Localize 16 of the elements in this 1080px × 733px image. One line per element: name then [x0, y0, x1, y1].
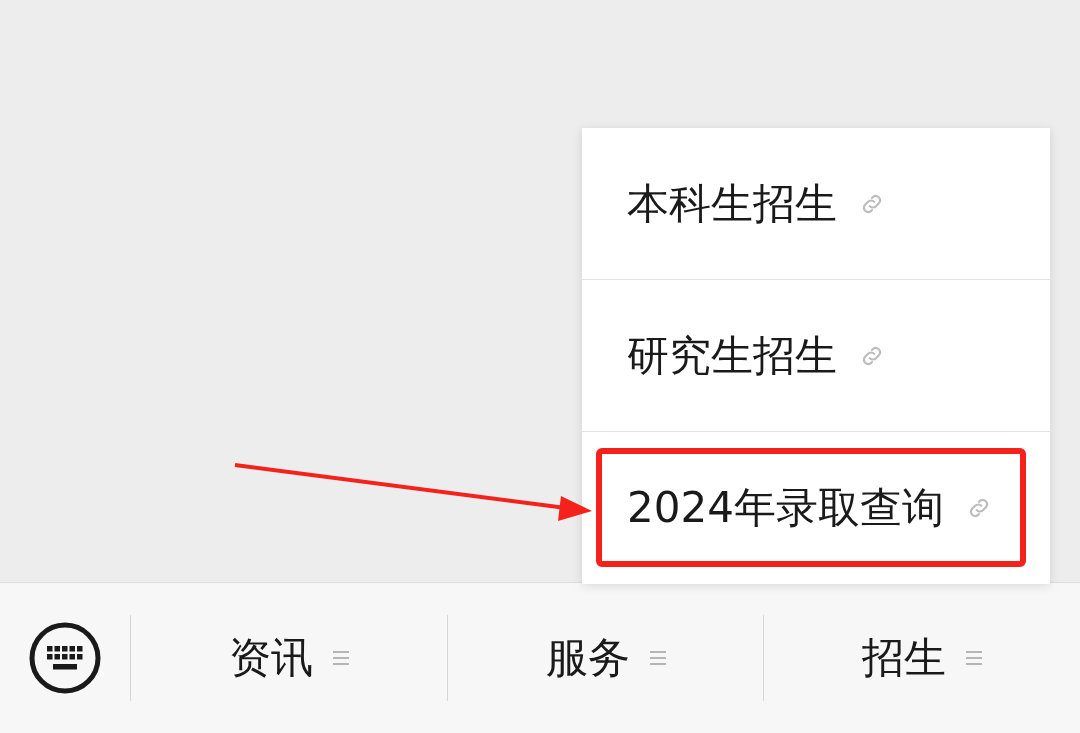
menu-tab[interactable]: 招生 [764, 630, 1080, 686]
menu-item-label: 研究生招生 [627, 329, 837, 382]
menu-item-label: 2024年录取查询 [627, 482, 944, 534]
menu-icon [332, 649, 349, 667]
menu-item[interactable]: 2024年录取查询 [582, 432, 1050, 584]
menu-icon [966, 649, 983, 667]
menu-item-label: 本科生招生 [627, 177, 837, 230]
menu-tab-label: 招生 [862, 632, 947, 684]
menu-item[interactable]: 研究生招生 [582, 280, 1050, 432]
menu-tab-label: 资讯 [228, 632, 313, 684]
menu-tab[interactable]: 资讯 [131, 630, 447, 686]
menu-item[interactable]: 本科生招生 [582, 128, 1050, 280]
menu-tab[interactable]: 服务 [447, 630, 764, 686]
menu-tab-label: 服务 [545, 632, 630, 684]
menu-icon [649, 649, 666, 667]
keyboard-icon[interactable] [29, 622, 101, 694]
